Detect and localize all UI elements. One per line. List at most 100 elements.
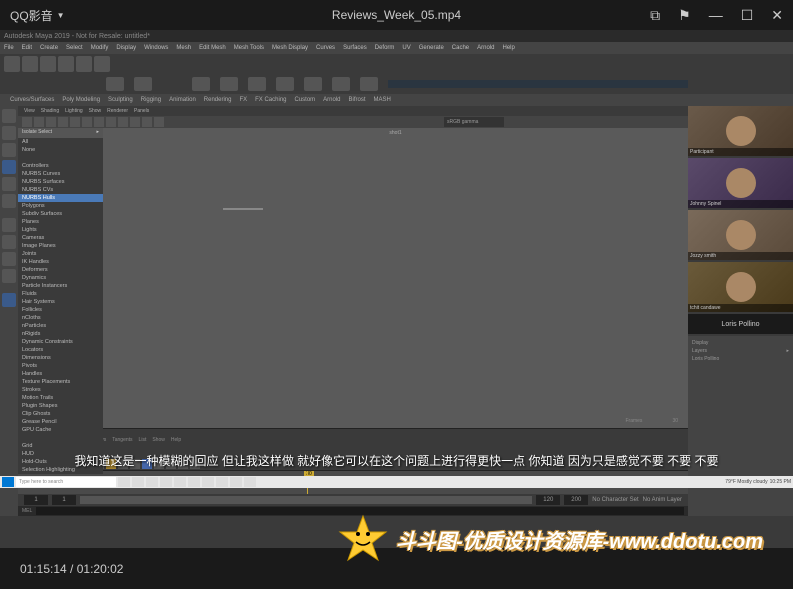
- dropdown-item[interactable]: [18, 154, 103, 162]
- menu-item[interactable]: Windows: [144, 45, 168, 51]
- vp-tab[interactable]: Show: [89, 108, 102, 114]
- more-icon[interactable]: [360, 77, 378, 91]
- dropdown-item[interactable]: Locators: [18, 346, 103, 354]
- dropdown-item[interactable]: Polygons: [18, 202, 103, 210]
- minimize-button[interactable]: —: [709, 7, 723, 24]
- participant-video[interactable]: Jozzy smith: [688, 210, 793, 260]
- shelf-tab[interactable]: Rendering: [204, 97, 232, 103]
- participant-video[interactable]: tchit candawe: [688, 262, 793, 312]
- shelf-tab[interactable]: Arnold: [323, 97, 340, 103]
- dropdown-item[interactable]: Subdiv Surfaces: [18, 210, 103, 218]
- vp-tool[interactable]: [154, 117, 164, 127]
- participant-video[interactable]: Johnny Spinel: [688, 158, 793, 208]
- dropdown-item[interactable]: Clip Ghosts: [18, 410, 103, 418]
- dropdown-item[interactable]: Lights: [18, 226, 103, 234]
- dropdown-item[interactable]: Follicles: [18, 306, 103, 314]
- renderer-select[interactable]: sRGB gamma: [444, 117, 504, 127]
- shelf-tab[interactable]: Curves/Surfaces: [10, 97, 54, 103]
- range-vis-end[interactable]: 120: [536, 495, 560, 505]
- menu-item[interactable]: Cache: [452, 45, 469, 51]
- vp-tool[interactable]: [118, 117, 128, 127]
- menu-item[interactable]: Arnold: [477, 45, 494, 51]
- mic-icon[interactable]: [106, 77, 124, 91]
- explorer-icon[interactable]: [146, 477, 158, 487]
- dropdown-item[interactable]: Image Planes: [18, 242, 103, 250]
- app-icon[interactable]: [216, 477, 228, 487]
- dropdown-item[interactable]: Dynamics: [18, 274, 103, 282]
- menu-item[interactable]: Curves: [316, 45, 335, 51]
- dropdown-item[interactable]: NURBS CVs: [18, 186, 103, 194]
- dropdown-item[interactable]: Dimensions: [18, 354, 103, 362]
- share-banner[interactable]: [388, 80, 688, 88]
- maya-icon[interactable]: [174, 477, 186, 487]
- dropdown-item[interactable]: Controllers: [18, 162, 103, 170]
- start-button[interactable]: [2, 477, 14, 487]
- app-icon[interactable]: [230, 477, 242, 487]
- participants-icon[interactable]: [192, 77, 210, 91]
- viewport-3d[interactable]: shot1 Frames 30: [103, 128, 688, 428]
- dropdown-item[interactable]: GPU Cache: [18, 426, 103, 434]
- shelf-tab[interactable]: Custom: [295, 97, 316, 103]
- shelf-tab[interactable]: FX: [239, 97, 247, 103]
- dropdown-item[interactable]: Handles: [18, 370, 103, 378]
- range-track[interactable]: [80, 496, 532, 504]
- dropdown-item[interactable]: Particle Instancers: [18, 282, 103, 290]
- participant-video[interactable]: Participant: [688, 106, 793, 156]
- shelf-button[interactable]: [40, 56, 56, 72]
- taskview-icon[interactable]: [118, 477, 130, 487]
- dropdown-item[interactable]: Grease Pencil: [18, 418, 103, 426]
- dropdown-item[interactable]: NURBS Surfaces: [18, 178, 103, 186]
- vp-tool[interactable]: [94, 117, 104, 127]
- vp-tool[interactable]: [82, 117, 92, 127]
- menu-item[interactable]: Mesh Tools: [234, 45, 264, 51]
- dropdown-item[interactable]: None: [18, 146, 103, 154]
- vp-tool[interactable]: [106, 117, 116, 127]
- pip-icon[interactable]: ⧉: [650, 7, 660, 24]
- menu-item[interactable]: Help: [502, 45, 514, 51]
- vp-tool[interactable]: [46, 117, 56, 127]
- dropdown-item[interactable]: Joints: [18, 250, 103, 258]
- range-vis-start[interactable]: 1: [52, 495, 76, 505]
- vp-tool[interactable]: [22, 117, 32, 127]
- dropdown-item[interactable]: nCloths: [18, 314, 103, 322]
- vp-tab[interactable]: Lighting: [65, 108, 83, 114]
- vp-tool[interactable]: [58, 117, 68, 127]
- maximize-button[interactable]: ☐: [741, 7, 754, 24]
- menu-item[interactable]: UV: [402, 45, 410, 51]
- dropdown-item[interactable]: IK Handles: [18, 258, 103, 266]
- menu-item[interactable]: Surfaces: [343, 45, 367, 51]
- shelf-button[interactable]: [94, 56, 110, 72]
- shelf-tab[interactable]: Rigging: [141, 97, 161, 103]
- dropdown-item[interactable]: Dynamic Constraints: [18, 338, 103, 346]
- pause-icon[interactable]: [276, 77, 294, 91]
- dropdown-item[interactable]: Planes: [18, 218, 103, 226]
- clock[interactable]: 10:25 PM: [770, 479, 791, 485]
- remote-icon[interactable]: [332, 77, 350, 91]
- shelf-button[interactable]: [4, 56, 20, 72]
- dropdown-item[interactable]: NURBS Hulls: [18, 194, 103, 202]
- dropdown-item[interactable]: Plugin Shapes: [18, 402, 103, 410]
- edge-icon[interactable]: [132, 477, 144, 487]
- app-icon[interactable]: [244, 477, 256, 487]
- dropdown-item[interactable]: Texture Placements: [18, 378, 103, 386]
- menu-item[interactable]: Generate: [419, 45, 444, 51]
- rotate-tool[interactable]: [2, 177, 16, 191]
- participant-name-only[interactable]: Loris Pollino: [688, 314, 793, 334]
- shelf-tab[interactable]: Bifrost: [349, 97, 366, 103]
- vp-tab[interactable]: View: [24, 108, 35, 114]
- dropdown-item[interactable]: Motion Trails: [18, 394, 103, 402]
- shelf-button[interactable]: [76, 56, 92, 72]
- annotate-icon[interactable]: [304, 77, 322, 91]
- move-tool[interactable]: [2, 160, 16, 174]
- video-icon[interactable]: [134, 77, 152, 91]
- dropdown-item[interactable]: Pivots: [18, 362, 103, 370]
- ge-menu-item[interactable]: Help: [171, 437, 181, 443]
- layout-tool[interactable]: [2, 252, 16, 266]
- range-start[interactable]: 1: [24, 495, 48, 505]
- scale-tool[interactable]: [2, 194, 16, 208]
- vp-tool[interactable]: [142, 117, 152, 127]
- dropdown-item[interactable]: Cameras: [18, 234, 103, 242]
- dropdown-item[interactable]: Hair Systems: [18, 298, 103, 306]
- menu-item[interactable]: Modify: [91, 45, 109, 51]
- menu-item[interactable]: Edit: [22, 45, 32, 51]
